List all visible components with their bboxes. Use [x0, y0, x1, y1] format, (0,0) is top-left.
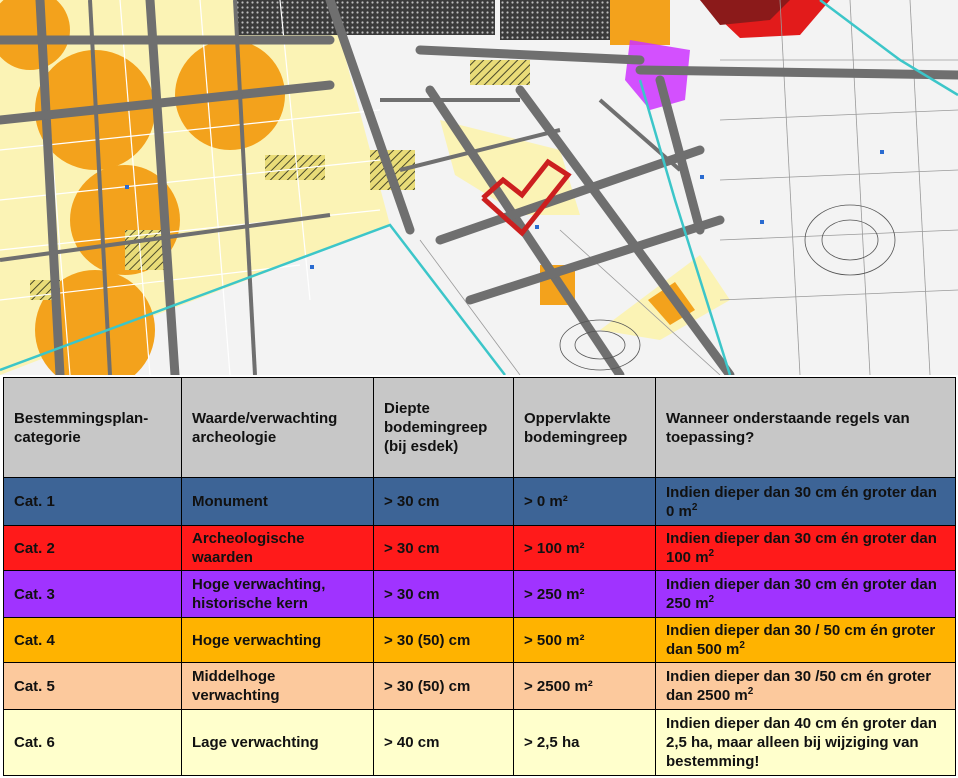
area-cell: > 100 m²	[513, 525, 656, 571]
rule-cell: Indien dieper dan 40 cm én groter dan 2,…	[655, 709, 956, 776]
built-up-area	[235, 0, 495, 35]
table-row: Cat. 5 Middelhoge verwachting > 30 (50) cm…	[3, 662, 956, 710]
built-up-area	[500, 0, 610, 40]
rule-text: Indien dieper dan 30 /50 cm én groter da…	[666, 668, 932, 704]
table-header-row: Bestemmingsplan-categorie Waarde/verwach…	[3, 377, 956, 478]
value-cell: Archeologische waarden	[181, 525, 374, 571]
value-cell: Hoge verwachting, historische kern	[181, 570, 374, 618]
rule-superscript: 2	[708, 548, 715, 559]
rule-cell: Indien dieper dan 30 cm én groter dan 25…	[655, 570, 956, 618]
table-row: Cat. 4 Hoge verwachting > 30 (50) cm > 500 …	[3, 617, 956, 663]
rule-cell: Indien dieper dan 30 cm én groter dan 10…	[655, 525, 956, 571]
legend-table: Bestemmingsplan-categorie Waarde/verwach…	[3, 377, 956, 776]
rule-text: Indien dieper dan 30 cm én groter dan 10…	[666, 530, 937, 566]
archaeology-map	[0, 0, 958, 375]
table-row: Cat. 1 Monument > 30 cm > 0 m² Indien dieper…	[3, 477, 956, 526]
hatched-parcel	[265, 155, 325, 180]
value-cell: Middelhoge verwachting	[181, 662, 374, 710]
rule-text: Indien dieper dan 40 cm én groter dan 2,…	[666, 715, 937, 770]
category-cell: Cat. 1	[3, 477, 182, 526]
header-bestemmingsplan: Bestemmingsplan-categorie	[3, 377, 182, 478]
area-cell: > 0 m²	[513, 477, 656, 526]
area-cell: > 250 m²	[513, 570, 656, 618]
depth-cell: > 40 cm	[373, 709, 514, 776]
category-cell: Cat. 6	[3, 709, 182, 776]
map-canvas	[0, 0, 958, 375]
category-cell: Cat. 5	[3, 662, 182, 710]
value-cell: Monument	[181, 477, 374, 526]
depth-cell: > 30 (50) cm	[373, 662, 514, 710]
rule-superscript: 2	[708, 594, 715, 605]
hatched-parcel	[470, 60, 530, 85]
rule-superscript: 2	[739, 640, 745, 651]
table-row: Cat. 2 Archeologische waarden > 30 cm > 100…	[3, 525, 956, 571]
rule-text: Indien dieper dan 30 / 50 cm én groter d…	[666, 622, 936, 658]
rule-text: Indien dieper dan 30 cm én groter dan 25…	[666, 576, 937, 612]
value-cell: Lage verwachting	[181, 709, 374, 776]
rule-cell: Indien dieper dan 30 / 50 cm én groter d…	[655, 617, 956, 663]
header-diepte: Diepte bodemingreep (bij esdek)	[373, 377, 514, 478]
rule-text: Indien dieper dan 30 cm én groter dan 0 …	[666, 483, 937, 520]
header-oppervlakte: Oppervlakte bodemingreep	[513, 377, 656, 478]
rule-cell: Indien dieper dan 30 cm én groter dan 0 …	[655, 477, 956, 526]
depth-cell: > 30 cm	[373, 525, 514, 571]
rule-cell: Indien dieper dan 30 /50 cm én groter da…	[655, 662, 956, 710]
header-regels: Wanneer onderstaande regels van toepassi…	[655, 377, 956, 478]
area-cell: > 2,5 ha	[513, 709, 656, 776]
rule-superscript: 2	[691, 501, 698, 513]
category-cell: Cat. 2	[3, 525, 182, 571]
depth-cell: > 30 cm	[373, 570, 514, 618]
area-cell: > 500 m²	[513, 617, 656, 663]
depth-cell: > 30 (50) cm	[373, 617, 514, 663]
hoge-verwachting-area	[610, 0, 670, 45]
category-cell: Cat. 3	[3, 570, 182, 618]
category-cell: Cat. 4	[3, 617, 182, 663]
area-cell: > 2500 m²	[513, 662, 656, 710]
header-waarde-verwachting: Waarde/verwachting archeologie	[181, 377, 374, 478]
depth-cell: > 30 cm	[373, 477, 514, 526]
rule-superscript: 2	[747, 686, 754, 697]
table-row: Cat. 6 Lage verwachting > 40 cm > 2,5 ha Ind…	[3, 709, 956, 776]
table-row: Cat. 3 Hoge verwachting, historische kern…	[3, 570, 956, 618]
value-cell: Hoge verwachting	[181, 617, 374, 663]
